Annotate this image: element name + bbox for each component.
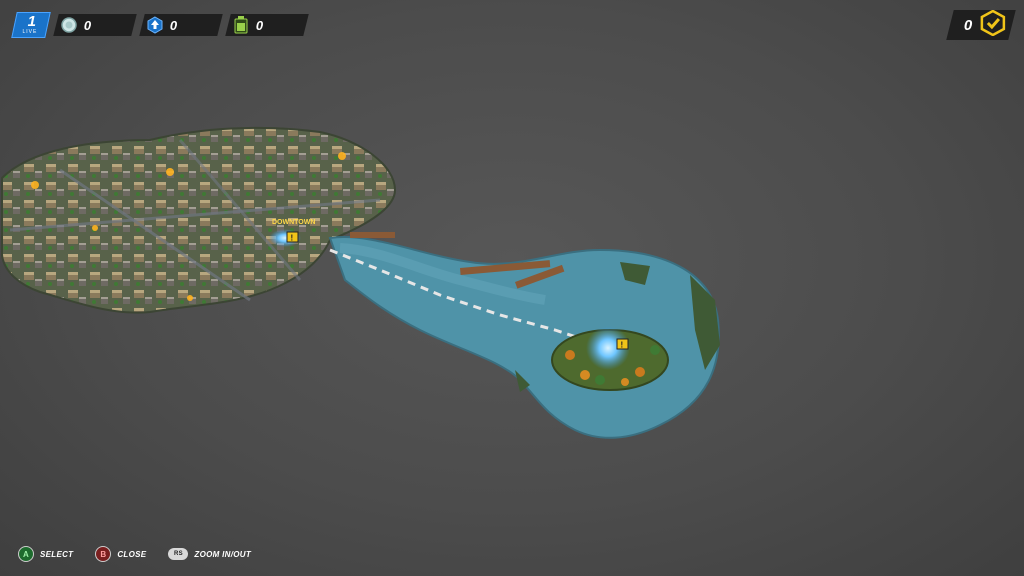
lives-label: LIVE: [22, 29, 37, 35]
svg-text:!: !: [621, 341, 624, 350]
coins-counter: 0: [53, 14, 137, 36]
battery-value: 0: [256, 17, 264, 33]
waterway: [328, 232, 720, 439]
world-map[interactable]: ! ! DOWNTOWN: [0, 0, 1024, 576]
upgrades-value: 0: [170, 17, 178, 33]
battery-icon: [232, 16, 250, 34]
completion-value: 0: [963, 16, 972, 34]
svg-text:!: !: [291, 234, 294, 243]
upgrade-arrow-icon: [146, 16, 164, 34]
b-button-icon: B: [95, 546, 112, 562]
coins-value: 0: [84, 17, 92, 33]
hint-zoom[interactable]: RS ZOOM IN/OUT: [168, 548, 251, 560]
hint-close[interactable]: B CLOSE: [95, 546, 146, 562]
a-button-icon: A: [18, 546, 34, 562]
hint-zoom-label: ZOOM IN/OUT: [194, 549, 252, 559]
completion-counter: 0: [945, 9, 1016, 41]
hint-select[interactable]: A SELECT: [18, 546, 73, 562]
battery-counter: 0: [225, 14, 309, 36]
right-stick-icon: RS: [168, 548, 189, 560]
hint-select-label: SELECT: [40, 549, 74, 559]
lives-count: 1: [27, 13, 36, 30]
lives-badge: 1 LIVE: [11, 12, 51, 38]
top-hud: 1 LIVE 0 0 0: [11, 12, 309, 38]
checkmark-hexagon-icon: [980, 9, 1006, 41]
hint-close-label: CLOSE: [117, 549, 147, 559]
downtown-district[interactable]: [1, 126, 397, 314]
location-label: DOWNTOWN: [272, 219, 315, 226]
control-hints: A SELECT B CLOSE RS ZOOM IN/OUT: [18, 546, 251, 562]
upgrades-counter: 0: [139, 14, 223, 36]
coin-icon: [60, 16, 78, 34]
